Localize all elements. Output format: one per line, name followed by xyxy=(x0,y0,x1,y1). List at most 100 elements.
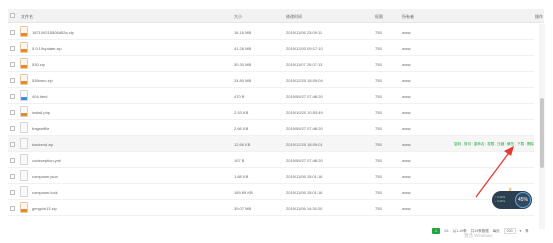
file-owner[interactable]: www xyxy=(402,126,411,131)
file-owner[interactable]: www xyxy=(402,174,411,179)
file-owner[interactable]: www xyxy=(402,78,411,83)
file-owner[interactable]: www xyxy=(402,142,411,147)
file-permission[interactable]: 755 xyxy=(375,174,382,179)
file-name[interactable]: fragsetfile xyxy=(32,126,49,131)
file-owner[interactable]: www xyxy=(402,158,411,163)
file-permission[interactable]: 755 xyxy=(375,78,382,83)
file-permission[interactable]: 755 xyxy=(375,158,382,163)
blank-file-icon xyxy=(20,122,28,133)
zip-file-icon xyxy=(20,26,28,37)
row-checkbox[interactable] xyxy=(10,206,15,211)
row-checkbox[interactable] xyxy=(10,78,15,83)
file-modified: 2019/11/06 14:30:20 xyxy=(286,206,323,211)
file-owner[interactable]: www xyxy=(402,30,411,35)
row-checkbox[interactable] xyxy=(10,158,15,163)
file-row[interactable]: 187109215506d52a.zip 16.16 MB 2019/11/06 2… xyxy=(8,24,534,40)
row-checkbox[interactable] xyxy=(10,30,15,35)
file-owner[interactable]: www xyxy=(402,62,411,67)
file-size: 12.66 KB xyxy=(234,142,251,147)
scrollbar-thumb[interactable] xyxy=(540,98,544,168)
file-name[interactable]: 5.9.19update.zip xyxy=(32,46,62,51)
table-header: 文件名 大小 修改时间 权限 所有者 操作 xyxy=(8,9,544,23)
row-action-link[interactable]: 重命名 xyxy=(474,142,485,146)
column-header-permission: 权限 xyxy=(375,14,383,19)
file-manager: 文件名 大小 修改时间 权限 所有者 操作 187109215506d52a.z… xyxy=(0,0,553,243)
row-checkbox[interactable] xyxy=(10,62,15,67)
file-owner[interactable]: www xyxy=(402,206,411,211)
row-actions: 复制|剪切|重命名|权限|压缩|解压|下载|删除 xyxy=(453,142,534,147)
file-name[interactable]: composer.lock xyxy=(32,190,58,195)
select-all-checkbox[interactable] xyxy=(10,13,15,18)
file-name[interactable]: 404.html xyxy=(32,94,47,99)
file-owner[interactable]: www xyxy=(402,190,411,195)
row-checkbox[interactable] xyxy=(10,126,15,131)
chevron-down-icon[interactable]: ▾ xyxy=(520,229,522,233)
file-name[interactable]: gengxin13.zip xyxy=(32,206,57,211)
file-owner[interactable]: www xyxy=(402,94,411,99)
file-row[interactable]: 404.html 470 B 2019/09/27 07:48:20 755 www xyxy=(8,88,534,104)
row-action-link[interactable]: 复制 xyxy=(454,142,461,146)
column-header-name[interactable]: 文件名 xyxy=(21,14,33,20)
zip-file-icon xyxy=(20,42,28,53)
action-separator: | xyxy=(471,142,473,146)
file-row[interactable]: gengxin13.zip 39.07 MB 2019/11/06 14:30:20… xyxy=(8,200,534,216)
file-permission[interactable]: 755 xyxy=(375,206,382,211)
page-count: 1/1 xyxy=(443,229,449,233)
row-action-link[interactable]: 解压 xyxy=(507,142,514,146)
file-permission[interactable]: 755 xyxy=(375,62,382,67)
file-size: 16.16 MB xyxy=(234,30,252,35)
file-name[interactable]: backend.zip xyxy=(32,142,53,147)
file-permission[interactable]: 755 xyxy=(375,110,382,115)
file-permission[interactable]: 755 xyxy=(375,94,382,99)
file-size: 107 B xyxy=(234,158,245,163)
file-permission[interactable]: 755 xyxy=(375,126,382,131)
file-name[interactable]: 536meo.zip xyxy=(32,78,53,83)
file-permission[interactable]: 755 xyxy=(375,190,382,195)
file-permission[interactable]: 755 xyxy=(375,46,382,51)
file-row[interactable]: fragsetfile 2.66 KB 2019/09/27 07:48:20 755… xyxy=(8,120,534,136)
row-action-link[interactable]: 压缩 xyxy=(497,142,504,146)
file-row[interactable]: codeception.yml 107 B 2019/09/27 07:48:20 7… xyxy=(8,152,534,168)
row-checkbox[interactable] xyxy=(10,190,15,195)
file-size: 470 B xyxy=(234,94,245,99)
file-row[interactable]: 5.9.19update.zip 41.26 MB 2019/12/03 09:17… xyxy=(8,40,534,56)
file-row[interactable]: backend.zip 12.66 KB 2019/12/20 18:09:01 75… xyxy=(8,136,534,152)
row-action-link[interactable]: 剪切 xyxy=(464,142,471,146)
row-checkbox[interactable] xyxy=(10,142,15,147)
row-checkbox[interactable] xyxy=(10,94,15,99)
action-separator: | xyxy=(515,142,517,146)
page-current[interactable]: 1 xyxy=(432,228,440,234)
row-checkbox[interactable] xyxy=(10,174,15,179)
blank-file-icon xyxy=(20,186,28,197)
file-size: 2.53 KB xyxy=(234,110,249,115)
network-speed-widget[interactable]: ♛ ↑ 0.1K/s ↓ 0.2K/s 45% xyxy=(492,187,532,209)
file-row[interactable]: composer.json 1.88 KB 2019/11/06 15:01:16 7… xyxy=(8,168,534,184)
file-modified: 2019/09/27 07:48:20 xyxy=(286,158,323,163)
file-name[interactable]: composer.json xyxy=(32,174,58,179)
blank-file-icon xyxy=(20,170,28,181)
column-header-size[interactable]: 大小 xyxy=(234,14,242,20)
row-checkbox[interactable] xyxy=(10,110,15,115)
file-name[interactable]: install.php xyxy=(32,110,50,115)
vertical-scrollbar[interactable] xyxy=(539,24,545,229)
file-row[interactable]: 530.zip 30.30 MB 2019/11/07 20:07:13 755 www xyxy=(8,56,534,72)
file-row[interactable]: install.php 2.53 KB 2019/10/20 10:53:49 755… xyxy=(8,104,534,120)
file-name[interactable]: codeception.yml xyxy=(32,158,61,163)
file-name[interactable]: 187109215506d52a.zip xyxy=(32,30,74,35)
row-action-link[interactable]: 下载 xyxy=(517,142,524,146)
file-owner[interactable]: www xyxy=(402,46,411,51)
file-owner[interactable]: www xyxy=(402,110,411,115)
row-checkbox[interactable] xyxy=(10,46,15,51)
file-permission[interactable]: 755 xyxy=(375,30,382,35)
file-row[interactable]: composer.lock 189.89 KB 2019/11/06 15:01:1… xyxy=(8,184,534,200)
per-page-select[interactable]: 200 xyxy=(503,228,516,234)
file-permission[interactable]: 755 xyxy=(375,142,382,147)
row-action-link[interactable]: 删除 xyxy=(527,142,534,146)
row-action-link[interactable]: 权限 xyxy=(487,142,494,146)
column-header-owner: 所有者 xyxy=(402,14,414,19)
file-size: 2.66 KB xyxy=(234,126,249,131)
html-file-icon xyxy=(20,90,28,101)
file-name[interactable]: 530.zip xyxy=(32,62,45,67)
column-header-modified[interactable]: 修改时间 xyxy=(286,14,302,20)
file-row[interactable]: 536meo.zip 24.80 MB 2019/12/20 18:09:04 755… xyxy=(8,72,534,88)
